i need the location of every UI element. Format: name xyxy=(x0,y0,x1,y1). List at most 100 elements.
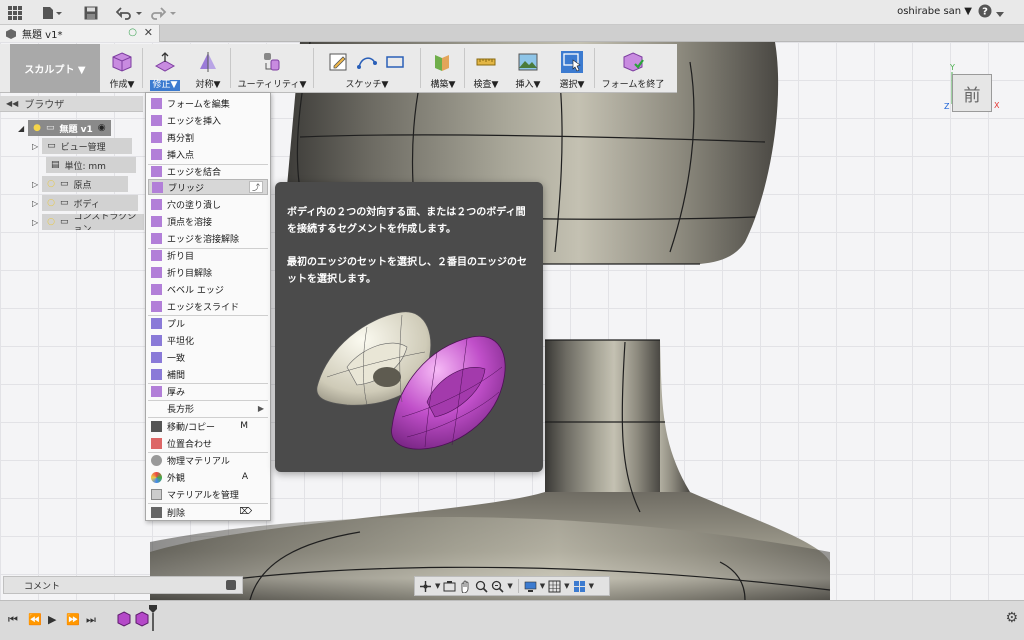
tree-item-view-management[interactable]: ▷ ▭ ビュー管理 xyxy=(32,138,133,154)
active-radio-icon[interactable]: ◉ xyxy=(98,123,106,133)
zoom-icon[interactable] xyxy=(475,580,488,593)
tree-item-construction[interactable]: ▷ ○ ▭ コンストラクション xyxy=(32,214,144,230)
menu-slide-edge[interactable]: エッジをスライド xyxy=(148,298,268,314)
insert-menu[interactable]: 挿入▼ xyxy=(516,80,541,91)
menu-appearance[interactable]: 外観 A xyxy=(148,469,268,485)
play-icon[interactable]: ▶ xyxy=(48,613,56,626)
menu-interpolate[interactable]: 補間 xyxy=(148,366,268,382)
menu-insert-edge[interactable]: エッジを挿入 xyxy=(148,112,268,128)
workspace-switcher[interactable]: スカルプト ▼ xyxy=(10,44,100,93)
redo-icon[interactable] xyxy=(150,4,178,21)
menu-flatten[interactable]: 平坦化 xyxy=(148,332,268,348)
fit-zoom-icon[interactable] xyxy=(491,580,504,593)
pan-hand-icon[interactable] xyxy=(459,580,472,593)
menu-match[interactable]: 一致 xyxy=(148,349,268,365)
expand-triangle-icon[interactable]: ▷ xyxy=(32,199,38,208)
sketch-menu[interactable]: スケッチ▼ xyxy=(346,80,389,91)
expand-triangle-icon[interactable]: ◢ xyxy=(18,124,24,133)
viewports-icon[interactable] xyxy=(573,580,586,593)
timeline-marker-handle[interactable] xyxy=(149,605,157,634)
file-menu-icon[interactable] xyxy=(42,4,62,21)
menu-insert-point[interactable]: 挿入点 xyxy=(148,146,268,162)
look-at-icon[interactable] xyxy=(443,580,456,593)
symmetry-group[interactable]: 対称▼ xyxy=(190,44,226,93)
tree-item-origin[interactable]: ▷ ○ ▭ 原点 xyxy=(32,176,129,192)
visibility-bulb-icon[interactable]: ○ xyxy=(47,198,55,208)
grid-settings-icon[interactable] xyxy=(548,580,561,593)
symmetry-menu[interactable]: 対称▼ xyxy=(196,80,221,91)
chevron-down-icon[interactable]: ▼ xyxy=(589,582,594,590)
menu-unweld-edges[interactable]: エッジを溶接解除 xyxy=(148,230,268,246)
chevron-down-icon[interactable]: ▼ xyxy=(564,582,569,590)
browser-root-row[interactable]: ◢ ● ▭ 無題 v1 ◉ xyxy=(18,120,111,136)
collapse-arrows-icon[interactable]: ◀◀ xyxy=(6,99,18,108)
timeline-settings-icon[interactable]: ⚙ xyxy=(1005,610,1018,626)
step-forward-icon[interactable]: ⏩ xyxy=(66,613,80,626)
menu-weld-vertices[interactable]: 頂点を溶接 xyxy=(148,213,268,229)
inspect-menu[interactable]: 検査▼ xyxy=(474,80,499,91)
create-menu[interactable]: 作成▼ xyxy=(110,80,135,91)
visibility-bulb-icon[interactable]: ● xyxy=(33,123,41,133)
finish-form-button[interactable]: フォームを終了 xyxy=(602,80,665,91)
menu-uncrease[interactable]: 折り目解除 xyxy=(148,264,268,280)
visibility-bulb-icon[interactable]: ○ xyxy=(47,217,55,227)
menu-crease[interactable]: 折り目 xyxy=(148,247,268,263)
orbit-icon[interactable] xyxy=(419,580,432,593)
menu-delete[interactable]: 削除 ⌦ xyxy=(148,504,268,520)
save-icon[interactable] xyxy=(84,4,98,21)
menu-rectangle[interactable]: 長方形 ▶ xyxy=(148,400,268,416)
comments-panel[interactable]: コメント xyxy=(3,576,243,594)
select-group[interactable]: 選択▼ xyxy=(554,44,590,93)
menu-fill-hole[interactable]: 穴の塗り潰し xyxy=(148,196,268,212)
timeline-feature-form-2[interactable] xyxy=(134,611,150,630)
display-settings-icon[interactable] xyxy=(524,580,537,593)
menu-edit-form[interactable]: フォームを編集 xyxy=(148,95,268,111)
inspect-group[interactable]: 検査▼ xyxy=(468,44,504,93)
view-cube[interactable]: Y X Z 前 xyxy=(944,63,1000,120)
help-menu[interactable]: ? xyxy=(978,4,1014,22)
insert-group[interactable]: 挿入▼ xyxy=(510,44,546,93)
chevron-down-icon[interactable]: ▼ xyxy=(435,582,440,590)
construct-menu[interactable]: 構築▼ xyxy=(431,80,456,91)
chevron-down-icon[interactable]: ▼ xyxy=(540,582,545,590)
tree-item-bodies[interactable]: ▷ ○ ▭ ボディ xyxy=(32,195,139,211)
timeline-feature-form-1[interactable] xyxy=(116,611,132,630)
view-cube-front-face[interactable]: 前 xyxy=(952,74,992,112)
menu-subdivide[interactable]: 再分割 xyxy=(148,129,268,145)
menu-pull[interactable]: プル xyxy=(148,315,268,331)
expand-triangle-icon[interactable]: ▷ xyxy=(32,180,38,189)
menu-physical-material[interactable]: 物理マテリアル xyxy=(148,452,268,468)
expand-triangle-icon[interactable]: ▷ xyxy=(32,142,38,151)
modify-group[interactable]: 修正▼ xyxy=(146,44,184,93)
sketch-group[interactable]: スケッチ▼ xyxy=(318,44,416,93)
document-tab[interactable]: 無題 v1* ○ ✕ xyxy=(0,25,160,42)
finish-form-group[interactable]: フォームを終了 xyxy=(598,44,668,93)
menu-bridge[interactable]: ブリッジ ⤴ xyxy=(148,179,268,195)
menu-merge-edge[interactable]: エッジを結合 xyxy=(148,163,268,179)
chevron-down-icon[interactable]: ▼ xyxy=(507,582,512,590)
menu-thicken[interactable]: 厚み xyxy=(148,383,268,399)
utility-menu[interactable]: ユーティリティ▼ xyxy=(238,80,307,91)
menu-bevel-edge[interactable]: ベベル エッジ xyxy=(148,281,268,297)
add-comment-icon[interactable] xyxy=(226,580,236,590)
go-to-end-icon[interactable]: ⏭ xyxy=(86,613,96,627)
command-options-icon[interactable]: ⤴ xyxy=(249,181,263,193)
modify-menu[interactable]: 修正▼ xyxy=(149,80,181,91)
menu-align[interactable]: 位置合わせ xyxy=(148,435,268,451)
app-grid-icon[interactable] xyxy=(8,4,22,21)
visibility-bulb-icon[interactable]: ○ xyxy=(47,179,55,189)
construct-group[interactable]: 構築▼ xyxy=(424,44,462,93)
go-to-start-icon[interactable]: ⏮ xyxy=(8,613,18,627)
close-tab-icon[interactable]: ✕ xyxy=(144,26,153,39)
create-group[interactable]: 作成▼ xyxy=(104,44,140,93)
menu-move-copy[interactable]: 移動/コピー M xyxy=(148,418,268,434)
tree-item-units[interactable]: ▤ 単位: mm xyxy=(46,157,136,173)
undo-icon[interactable] xyxy=(116,4,144,21)
user-account-menu[interactable]: oshirabe san ▼ xyxy=(897,6,972,17)
browser-panel-header[interactable]: ◀◀ ブラウザ xyxy=(0,96,143,112)
select-menu[interactable]: 選択▼ xyxy=(560,80,585,91)
menu-manage-materials[interactable]: マテリアルを管理 xyxy=(148,486,268,502)
utility-group[interactable]: ユーティリティ▼ xyxy=(234,44,310,93)
step-back-icon[interactable]: ⏪ xyxy=(28,613,42,626)
expand-triangle-icon[interactable]: ▷ xyxy=(32,218,38,227)
